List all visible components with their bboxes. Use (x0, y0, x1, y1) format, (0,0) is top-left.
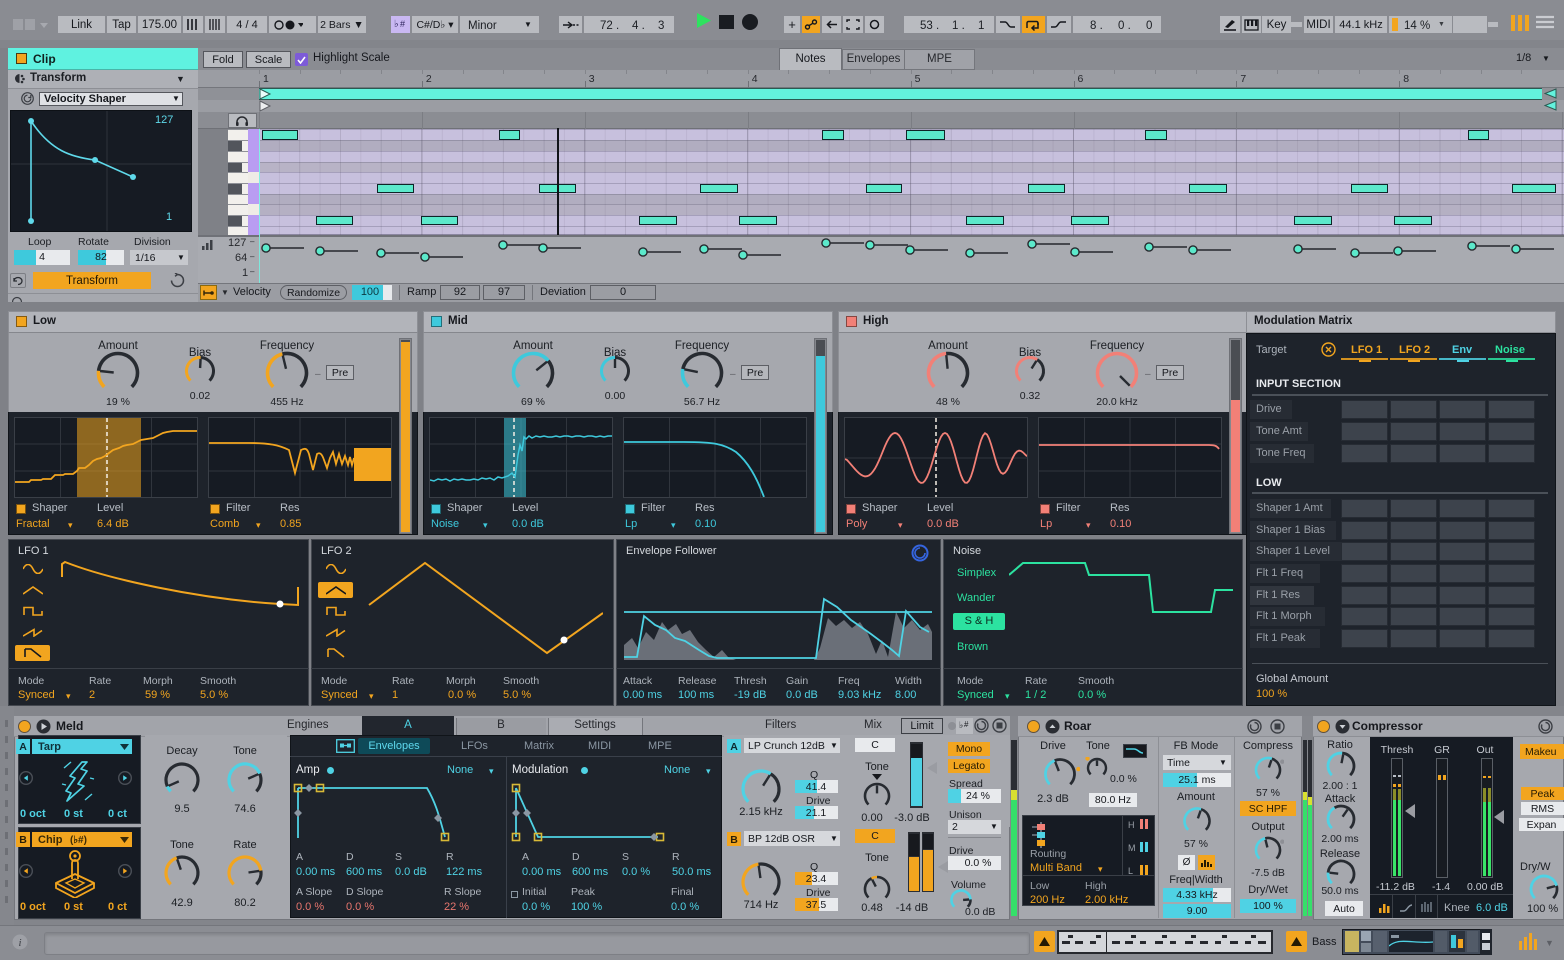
svg-text:i: i (18, 937, 21, 949)
